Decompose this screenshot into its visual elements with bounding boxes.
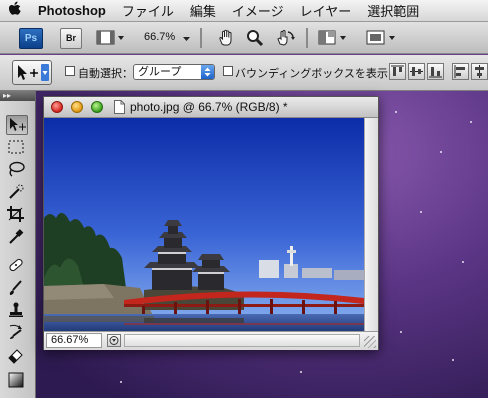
image-canvas[interactable] xyxy=(44,118,364,331)
auto-select-value: グループ xyxy=(138,66,182,78)
close-window-button[interactable] xyxy=(51,101,63,113)
star xyxy=(462,261,464,263)
gradient-tool-icon[interactable] xyxy=(6,371,28,391)
rectangular-marquee-tool-icon[interactable] xyxy=(6,138,28,158)
spot-healing-brush-tool-icon[interactable] xyxy=(6,256,28,276)
bridge-button[interactable]: Br xyxy=(60,28,82,49)
move-tool-icon[interactable] xyxy=(6,115,28,135)
tools-panel: ▸▸ xyxy=(0,91,36,398)
appbar-divider xyxy=(200,28,202,48)
zoom-dropdown-arrow-icon[interactable] xyxy=(182,28,192,48)
horizontal-scrollbar[interactable] xyxy=(124,334,360,347)
auto-select-dropdown[interactable]: グループ xyxy=(133,64,215,80)
show-transform-controls-checkbox[interactable] xyxy=(223,66,233,76)
star xyxy=(420,211,422,213)
document-file-icon xyxy=(114,100,125,117)
status-menu-icon[interactable] xyxy=(107,334,121,347)
resize-grip-icon[interactable] xyxy=(364,336,376,348)
minimize-window-button[interactable] xyxy=(71,101,83,113)
align-horizontal-centers-icon[interactable] xyxy=(471,63,488,80)
document-status-bar: 66.67% xyxy=(44,331,378,350)
auto-select-label: 自動選択： xyxy=(78,68,133,80)
document-title: photo.jpg @ 66.7% (RGB/8) * xyxy=(130,100,288,114)
crop-tool-icon[interactable] xyxy=(6,205,28,225)
dropdown-arrows-icon xyxy=(201,65,214,79)
document-title-bar[interactable]: photo.jpg @ 66.7% (RGB/8) * xyxy=(44,97,378,118)
zoom-percentage-field[interactable]: 66.67% xyxy=(46,333,102,348)
star xyxy=(300,371,302,373)
auto-select-checkbox[interactable] xyxy=(65,66,75,76)
options-bar: 自動選択： グループ バウンディングボックスを表示 xyxy=(0,55,488,91)
tools-panel-header[interactable]: ▸▸ xyxy=(0,91,35,101)
screen-mode-button[interactable] xyxy=(366,28,398,48)
star xyxy=(395,111,397,113)
menu-layer[interactable]: レイヤー xyxy=(292,1,360,20)
star xyxy=(400,331,402,333)
star xyxy=(470,121,472,123)
apple-menu-icon[interactable] xyxy=(0,1,30,21)
star xyxy=(440,151,442,153)
eraser-tool-icon[interactable] xyxy=(6,346,28,366)
tool-preset-picker[interactable] xyxy=(12,60,52,85)
arrange-documents-button[interactable] xyxy=(318,28,350,48)
view-extras-button[interactable] xyxy=(96,28,126,48)
align-vertical-centers-icon[interactable] xyxy=(408,63,425,80)
menu-select[interactable]: 選択範囲 xyxy=(359,1,427,20)
align-bottom-edges-icon[interactable] xyxy=(427,63,444,80)
menu-edit[interactable]: 編集 xyxy=(182,1,224,20)
document-window[interactable]: photo.jpg @ 66.7% (RGB/8) * 66.67% xyxy=(43,96,379,350)
ps-logo-button[interactable]: Ps xyxy=(19,28,43,49)
menu-image[interactable]: イメージ xyxy=(224,1,292,20)
menu-app-name[interactable]: Photoshop xyxy=(30,3,114,18)
star xyxy=(120,381,122,383)
lasso-tool-icon[interactable] xyxy=(6,160,28,180)
zoom-tool-icon[interactable] xyxy=(246,28,264,48)
star xyxy=(452,359,454,361)
align-top-edges-icon[interactable] xyxy=(389,63,406,80)
zoom-window-button[interactable] xyxy=(91,101,103,113)
clone-stamp-tool-icon[interactable] xyxy=(6,301,28,321)
appbar-divider xyxy=(306,28,308,48)
vertical-scrollbar[interactable] xyxy=(364,118,378,331)
menu-bar: Photoshop ファイル 編集 イメージ レイヤー 選択範囲 xyxy=(0,0,488,22)
zoom-level-readout[interactable]: 66.7% xyxy=(144,31,175,43)
brush-tool-icon[interactable] xyxy=(6,279,28,299)
menu-file[interactable]: ファイル xyxy=(114,1,182,20)
quick-selection-tool-icon[interactable] xyxy=(6,183,28,203)
application-bar: Ps Br 66.7% xyxy=(0,22,488,54)
show-transform-controls-label: バウンディングボックスを表示 xyxy=(235,68,388,80)
castle-photo xyxy=(44,118,364,331)
history-brush-tool-icon[interactable] xyxy=(6,323,28,343)
eyedropper-tool-icon[interactable] xyxy=(6,228,28,248)
hand-tool-icon[interactable] xyxy=(216,28,236,48)
align-left-edges-icon[interactable] xyxy=(452,63,469,80)
rotate-view-tool-icon[interactable] xyxy=(274,28,296,48)
